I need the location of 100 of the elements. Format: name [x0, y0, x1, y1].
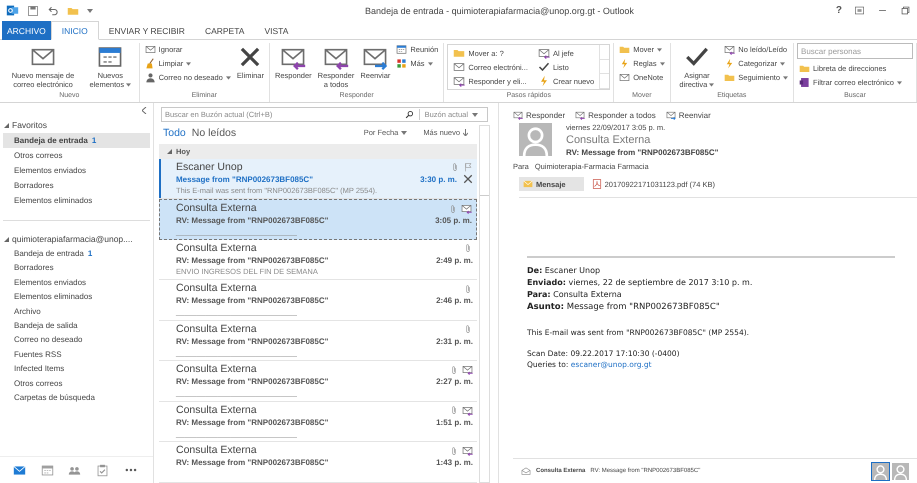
checkmark-icon	[538, 61, 550, 73]
person-icon	[144, 72, 156, 83]
message-time: 1:51 p. m.	[436, 416, 473, 428]
header-line: Asunto: Message from "RNP002673BF085C"	[527, 301, 721, 313]
header-line: Enviado: viernes, 22 de septiembre de 2017 3:10 p. m.	[527, 277, 754, 289]
delete-icon[interactable]	[463, 174, 473, 184]
filter-tab[interactable]: Todo	[163, 126, 186, 139]
pdf-file-icon	[592, 179, 602, 189]
message-subject: RV: Message from "RNP002673BF085C"	[176, 416, 330, 428]
message-sender: Consulta Externa	[176, 444, 258, 458]
ribbon-tab[interactable]: ENVIAR Y RECIBIR	[98, 21, 195, 40]
folder-icon	[799, 63, 810, 74]
folder-item[interactable]: Elementos enviados	[3, 276, 150, 290]
avatar-icon	[519, 123, 552, 156]
folder-item[interactable]: Bandeja de entrada 1	[3, 247, 150, 262]
expanded-arrow-icon	[167, 148, 172, 154]
message-subject: RV: Message from "RNP002673BF085C"	[176, 295, 330, 306]
message-time: 2:46 p. m.	[436, 295, 473, 306]
mail-icon[interactable]	[13, 464, 26, 476]
message-sender: Consulta Externa	[176, 282, 258, 296]
folder-item[interactable]: Bandeja de entrada 1	[3, 133, 150, 148]
help-button[interactable]: ?	[836, 5, 842, 16]
envelope-icon	[523, 179, 533, 189]
save-icon	[27, 4, 39, 16]
message-subject: RV: Message from "RNP002673BF085C"	[176, 215, 330, 226]
folder-item[interactable]: Correo no deseado	[3, 333, 150, 348]
ribbon-tab[interactable]: VISTA	[254, 21, 298, 40]
folder-item[interactable]: Borradores	[3, 178, 150, 193]
folder-item[interactable]: Otros correos	[3, 148, 150, 163]
sender-name: Consulta Externa	[566, 134, 652, 146]
broom-icon	[144, 58, 156, 69]
folder-item[interactable]: Borradores	[3, 261, 150, 276]
folder-item[interactable]: Infected Items	[3, 362, 150, 377]
message-sender: Escaner Unop	[176, 160, 244, 174]
message-subject: RV: Message from "RNP002673BF085C"	[566, 148, 718, 157]
file-menu-button[interactable]: ARCHIVO	[2, 21, 51, 40]
message-sender: Consulta Externa	[176, 242, 258, 255]
caret-icon	[472, 112, 478, 116]
header-line: De: Escaner Unop	[527, 265, 602, 277]
folder-icon	[453, 47, 466, 59]
folder-item[interactable]: Archivo	[3, 304, 150, 319]
caret-icon	[87, 8, 93, 12]
window-title: Bandeja de entrada - quimioterapiafarmacia@unop.org.gt - Outlook	[364, 6, 635, 16]
folder-item[interactable]: Elementos enviados	[3, 163, 150, 178]
folder-group-header[interactable]: quimioterapiafarmacia@unop....	[0, 231, 153, 247]
folder-icon	[724, 72, 736, 83]
message-time: 2:49 p. m.	[436, 254, 473, 266]
calendar-icon[interactable]	[40, 464, 54, 476]
search-icon	[404, 110, 414, 119]
ribbon-display-icon	[854, 5, 865, 16]
message-time: 3:05 p. m.	[435, 215, 472, 226]
folder-item[interactable]: Fuentes RSS	[3, 348, 150, 362]
message-time: 3:30 p. m.	[420, 174, 457, 185]
folder-item[interactable]: Elementos eliminados	[3, 193, 150, 208]
undo-icon	[47, 4, 59, 16]
message-subject: RV: Message from "RNP002673BF085C"	[176, 376, 330, 388]
message-sender: Consulta Externa	[176, 404, 258, 417]
expanded-arrow-icon	[4, 122, 9, 128]
folder-item[interactable]: Elementos eliminados	[3, 290, 150, 305]
collapse-pane-icon[interactable]	[142, 106, 147, 114]
message-subject: RV: Message from "RNP002673BF085C"	[176, 254, 330, 266]
message-action-button[interactable]: Responder	[513, 110, 566, 120]
notebook-icon	[799, 77, 810, 88]
filter-tab[interactable]: No leídos	[192, 126, 236, 139]
ribbon-tab[interactable]: CARPETA	[194, 21, 254, 40]
header-line: Para: Consulta Externa	[527, 289, 623, 301]
folder-group-header[interactable]: Favoritos	[0, 117, 153, 133]
message-subject: RV: Message from "RNP002673BF085C"	[176, 336, 330, 347]
message-action-button[interactable]: Reenviar	[666, 110, 711, 120]
clipboard-check-icon[interactable]	[96, 464, 109, 476]
envelope-icon	[619, 72, 630, 83]
message-action-button[interactable]: Responder a todos	[575, 110, 656, 120]
folder-item[interactable]: Otros correos	[3, 376, 150, 391]
message-time: 1:43 p. m.	[436, 457, 473, 468]
envelope-icon	[453, 61, 466, 73]
app-logo-icon	[6, 4, 19, 17]
message-time: 2:31 p. m.	[436, 336, 473, 347]
expanded-arrow-icon	[4, 236, 9, 242]
unread-count: 1	[88, 249, 92, 260]
search-people-field[interactable]: Buscar personas	[797, 43, 913, 59]
message-subject: RV: Message from "RNP002673BF085C"	[176, 457, 330, 468]
folder-item[interactable]: Carpetas de búsqueda	[3, 390, 150, 406]
message-sender: Consulta Externa	[176, 363, 258, 376]
folder-icon	[619, 44, 630, 55]
color-grid-icon	[396, 58, 408, 69]
message-subject: Message from "RNP002673BF085C"	[176, 174, 314, 185]
open-envelope-icon	[521, 466, 531, 476]
calendar-icon	[396, 44, 408, 55]
more-button[interactable]: •••	[123, 463, 140, 477]
unread-count: 1	[92, 136, 96, 145]
folder-item[interactable]: Bandeja de salida	[3, 318, 150, 334]
envelope-icon	[144, 44, 156, 55]
message-sender: Consulta Externa	[176, 202, 258, 216]
caret-icon	[401, 130, 408, 135]
down-arrow-icon	[463, 129, 468, 136]
restore-icon	[900, 5, 911, 16]
scrollbar[interactable]	[479, 125, 490, 483]
message-item[interactable]: Consulta Externa RV: Message from "RNP002673BF085C" 1:43 p. m.	[159, 442, 477, 483]
message-time: 2:27 p. m.	[436, 376, 473, 388]
ribbon-tab[interactable]: INICIO	[50, 21, 99, 40]
